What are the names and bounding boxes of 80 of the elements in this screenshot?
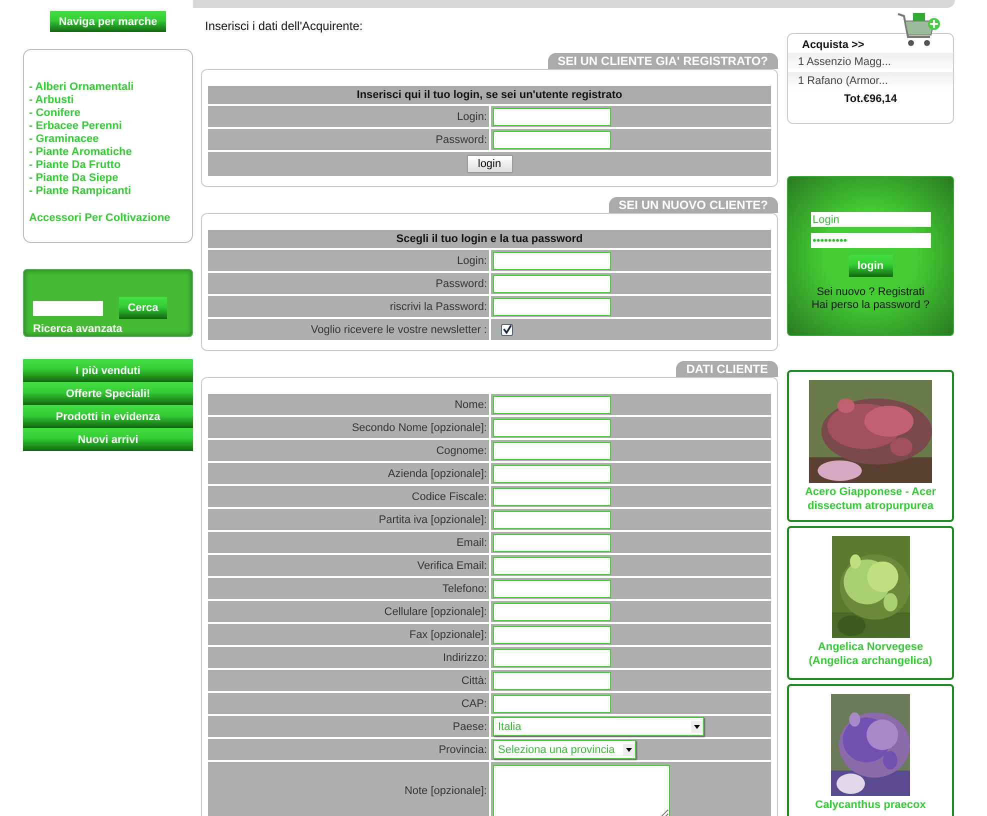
field-label: Verifica Email:	[208, 555, 489, 576]
product-link[interactable]: Acero Giapponese - Acer dissectum atropurpurea	[789, 485, 952, 513]
category-link[interactable]: - Piante Rampicanti	[29, 185, 187, 198]
text-field[interactable]	[493, 510, 611, 528]
menu-button[interactable]: Nuovi arrivi	[23, 428, 193, 451]
field-label: Voglio ricevere le vostre newsletter :	[208, 319, 489, 340]
category-link[interactable]: - Conifere	[29, 107, 187, 120]
text-field[interactable]	[493, 108, 611, 126]
field-label: Nome:	[208, 394, 489, 415]
category-link[interactable]: Accessori Per Coltivazione	[29, 212, 187, 225]
search-field[interactable]	[33, 300, 103, 316]
register-link[interactable]: Sei nuovo ? Registrati	[816, 286, 924, 299]
caret-icon	[623, 744, 635, 756]
category-link[interactable]: - Graminacee	[29, 133, 187, 146]
form-heading: Scegli il tuo login e la tua password	[208, 230, 771, 248]
field-label: riscrivi la Password:	[208, 296, 489, 317]
category-link[interactable]: - Arbusti	[29, 94, 187, 107]
field-label: Telefono:	[208, 578, 489, 599]
field-label: Indirizzo:	[208, 647, 489, 668]
search-button[interactable]: Cerca	[119, 297, 167, 319]
category-link[interactable]: - Piante Aromatiche	[29, 146, 187, 159]
category-link[interactable]: - Alberi Ornamentali	[29, 81, 187, 94]
field-label: Note [opzionale]:	[208, 762, 489, 816]
field-label: Cellulare [opzionale]:	[208, 601, 489, 622]
category-link[interactable]: - Piante Da Frutto	[29, 159, 187, 172]
login-button[interactable]: login	[848, 255, 892, 277]
field-label: Paese:	[208, 716, 489, 737]
text-field[interactable]	[493, 626, 611, 644]
text-field[interactable]	[493, 580, 611, 598]
field-label: Città:	[208, 670, 489, 691]
text-field[interactable]	[493, 464, 611, 482]
field-label: Fax [opzionale]:	[208, 624, 489, 645]
field-label: Login:	[208, 106, 489, 127]
login-button[interactable]: login	[466, 155, 512, 173]
field-label: Password:	[208, 129, 489, 150]
field-label: Email:	[208, 532, 489, 553]
caret-icon	[691, 720, 703, 732]
text-field[interactable]	[493, 602, 611, 620]
form-heading: Inserisci qui il tuo login, se sei un'utente registrato	[208, 86, 771, 104]
field-label: Codice Fiscale:	[208, 486, 489, 507]
text-field[interactable]	[493, 488, 611, 506]
category-link[interactable]: - Piante Da Siepe	[29, 172, 187, 185]
advanced-search-link[interactable]: Ricerca avanzata	[33, 323, 183, 335]
checkbox[interactable]	[501, 324, 513, 336]
text-field[interactable]	[493, 694, 611, 712]
text-field[interactable]	[493, 648, 611, 666]
menu-button[interactable]: I più venduti	[23, 359, 193, 382]
brands-button[interactable]: Naviga per marche	[50, 11, 166, 32]
text-field[interactable]	[493, 396, 611, 414]
field-label: Partita iva [opzionale]:	[208, 509, 489, 530]
password-field[interactable]: •••••••••	[810, 233, 930, 248]
text-field[interactable]	[493, 252, 611, 270]
text-field[interactable]	[493, 298, 611, 316]
text-field[interactable]	[493, 556, 611, 574]
text-field[interactable]	[493, 534, 611, 552]
field-label: Secondo Nome [opzionale]:	[208, 417, 489, 438]
text-field[interactable]	[493, 442, 611, 460]
text-field[interactable]	[493, 418, 611, 436]
dropdown[interactable]: Seleziona una provincia	[493, 740, 636, 759]
field-label: Cognome:	[208, 440, 489, 461]
field-label: Password:	[208, 273, 489, 294]
field-label: CAP:	[208, 693, 489, 714]
text-field[interactable]	[493, 274, 611, 292]
cart-total: Tot.€96,14	[843, 93, 898, 105]
product-link[interactable]: Angelica Norvegese (Angelica archangelica)	[789, 640, 952, 668]
field-label: Azienda [opzionale]:	[208, 463, 489, 484]
category-link[interactable]: - Erbacee Perenni	[29, 120, 187, 133]
product-link[interactable]: Calycanthus praecox	[809, 798, 932, 812]
text-field[interactable]	[493, 130, 611, 148]
dropdown[interactable]: Italia	[493, 717, 704, 736]
field-label: Provincia:	[208, 739, 489, 760]
checkout-link[interactable]: Acquista >>	[788, 37, 953, 53]
menu-button[interactable]: Offerte Speciali!	[23, 382, 193, 405]
intro-text: Inserisci i dati dell'Acquirente:	[205, 19, 364, 33]
text-field[interactable]	[493, 672, 611, 690]
login-field[interactable]: Login	[810, 212, 930, 227]
lost-password-link[interactable]: Hai perso la password ?	[811, 299, 930, 312]
field-label: Login:	[208, 250, 489, 271]
notes-field[interactable]	[493, 765, 670, 816]
menu-button[interactable]: Prodotti in evidenza	[23, 405, 193, 428]
